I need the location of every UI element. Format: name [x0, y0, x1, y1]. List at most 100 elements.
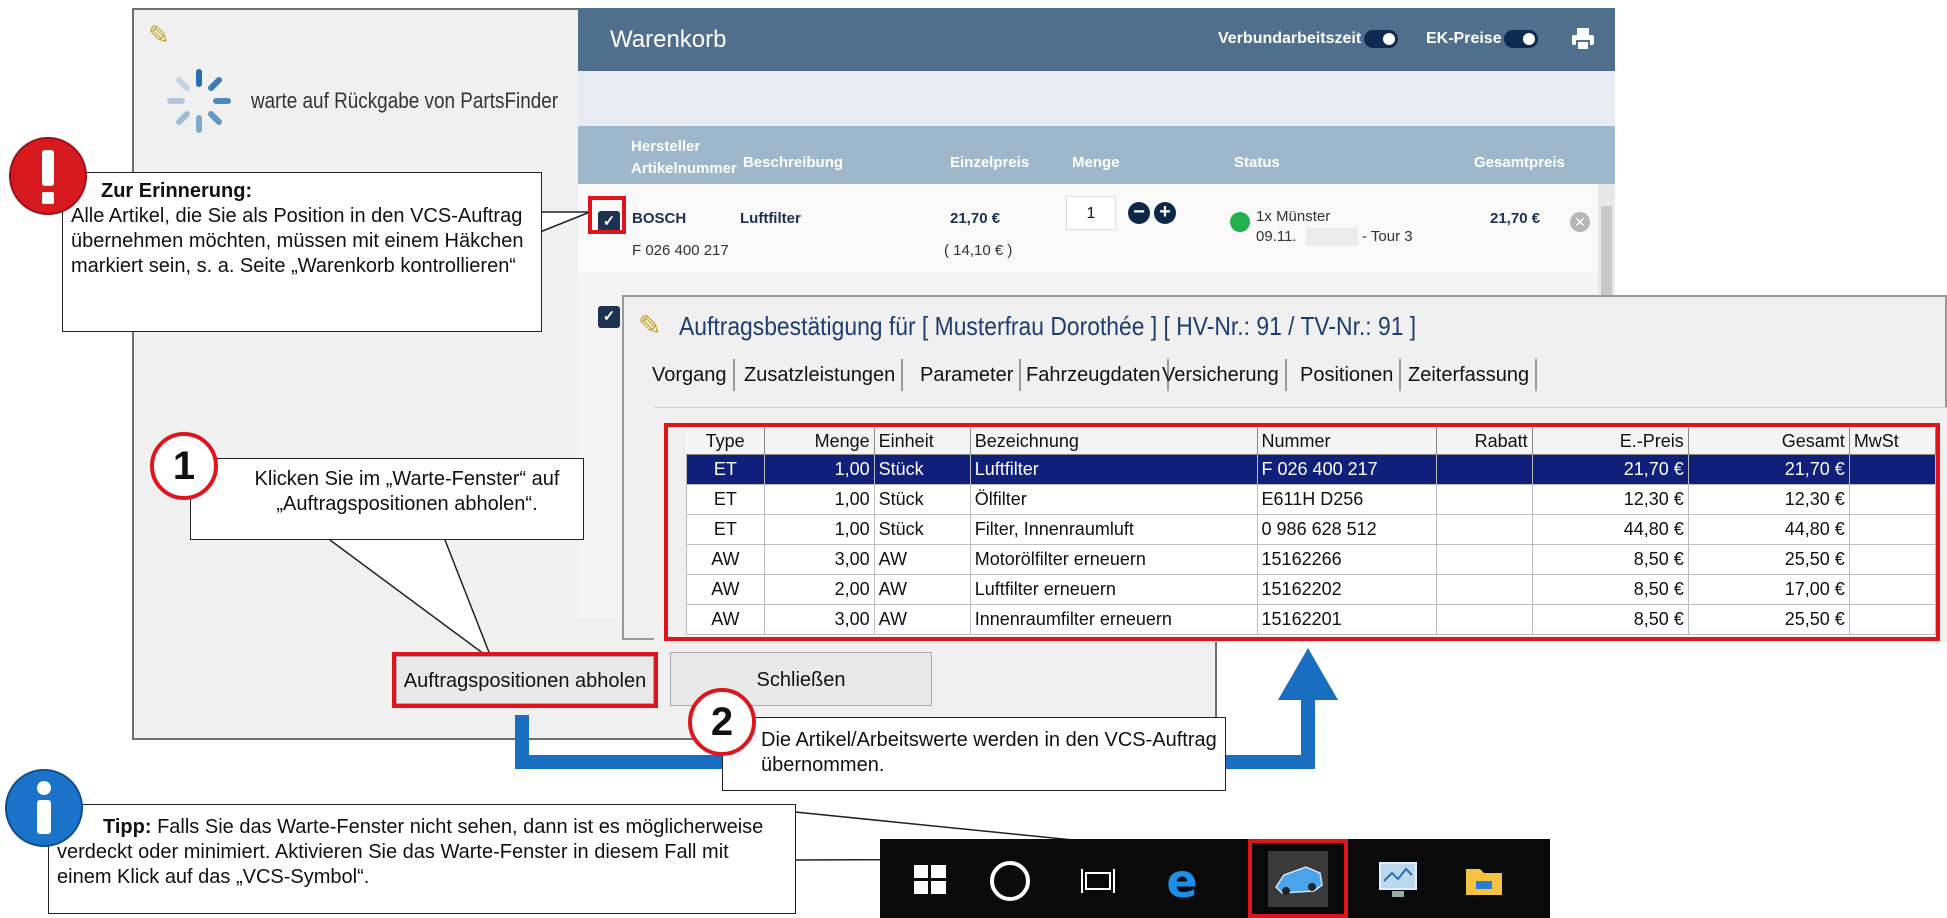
table-row[interactable]: AW 3,00 AW Innenraumfilter erneuern 1516…	[686, 604, 1936, 635]
col-status: Status	[1234, 154, 1280, 171]
th-bezeichnung[interactable]: Bezeichnung	[970, 428, 1258, 455]
cell-type: AW	[686, 544, 765, 575]
cart-column-header: Hersteller Artikelnummer Beschreibung Ei…	[578, 126, 1615, 184]
th-mwst[interactable]: MwSt	[1849, 428, 1936, 455]
th-type[interactable]: Type	[686, 428, 765, 455]
cell-menge: 3,00	[763, 544, 875, 575]
cell-gesamt: 17,00 €	[1687, 574, 1850, 605]
monitor-app-icon[interactable]	[1368, 851, 1428, 907]
step1-callout: Klicken Sie im „Warte-Fenster“ auf „Auft…	[190, 458, 584, 540]
cell-nummer: 15162266	[1256, 544, 1437, 575]
verbundarbeitszeit-label: Verbundarbeitszeit	[1218, 30, 1362, 47]
tab-positionen[interactable]: Positionen	[1294, 359, 1402, 391]
cell-mwst	[1848, 574, 1936, 605]
cart-scrollbar-thumb[interactable]	[1601, 206, 1612, 296]
table-row[interactable]: ET 1,00 Stück Ölfilter E611H D256 12,30 …	[686, 484, 1936, 515]
cell-epreis: 8,50 €	[1531, 604, 1689, 635]
cortana-circle-icon[interactable]	[980, 851, 1040, 907]
col-einzelpreis: Einzelpreis	[950, 154, 1030, 171]
cell-rabatt	[1435, 484, 1533, 515]
cell-gesamt: 12,30 €	[1687, 484, 1850, 515]
step2-callout: Die Artikel/Arbeitswerte werden in den V…	[722, 717, 1226, 791]
tip-text: Falls Sie das Warte-Fenster nicht sehen,…	[57, 816, 764, 888]
th-einheit[interactable]: Einheit	[874, 428, 971, 455]
th-gesamt[interactable]: Gesamt	[1688, 428, 1850, 455]
reminder-callout: Zur Erinnerung: Alle Artikel, die Sie al…	[62, 172, 542, 332]
col-hersteller: Hersteller	[631, 138, 701, 155]
status-tour: - Tour 3	[1362, 228, 1413, 245]
task-view-icon[interactable]	[1068, 851, 1128, 907]
fetch-positions-button[interactable]: Auftragspositionen abholen	[396, 656, 654, 704]
edge-browser-icon[interactable]: e	[1152, 851, 1212, 907]
cell-nummer: 15162201	[1256, 604, 1437, 635]
cell-einheit: Stück	[873, 514, 971, 545]
cell-nummer: 0 986 628 512	[1256, 514, 1437, 545]
cart-row-checkbox-2[interactable]: ✓	[598, 306, 620, 328]
tab-parameter[interactable]: Parameter	[914, 359, 1022, 391]
tab-zeiterfassung[interactable]: Zeiterfassung	[1402, 359, 1538, 391]
redacted-area	[1306, 228, 1358, 246]
cell-rabatt	[1435, 604, 1533, 635]
cell-einheit: Stück	[873, 484, 971, 515]
table-row[interactable]: ET 1,00 Stück Filter, Innenraumluft 0 98…	[686, 514, 1936, 545]
checkbox-highlight	[588, 196, 626, 234]
vcs-car-icon[interactable]	[1268, 851, 1328, 907]
cell-type: ET	[686, 454, 765, 485]
cell-menge: 3,00	[763, 604, 875, 635]
cell-type: AW	[686, 574, 765, 605]
cart-ek-preis: ( 14,10 € )	[944, 242, 1013, 259]
th-menge[interactable]: Menge	[764, 428, 875, 455]
th-epreis[interactable]: E.-Preis	[1532, 428, 1689, 455]
cart-artikelnummer: F 026 400 217	[632, 242, 729, 259]
cell-menge: 1,00	[763, 514, 875, 545]
increase-quantity-icon[interactable]: +	[1154, 202, 1176, 224]
windows-start-icon[interactable]	[900, 851, 960, 907]
cell-type: AW	[686, 604, 765, 635]
pencil-icon: ✎	[638, 310, 662, 341]
th-rabatt[interactable]: Rabatt	[1436, 428, 1533, 455]
table-row[interactable]: ET 1,00 Stück Luftfilter F 026 400 217 2…	[686, 454, 1936, 485]
decrease-quantity-icon[interactable]: −	[1128, 202, 1150, 224]
print-icon[interactable]	[1570, 26, 1596, 52]
reminder-text: Alle Artikel, die Sie als Position in de…	[71, 205, 524, 277]
cell-bezeichnung: Luftfilter	[969, 454, 1258, 485]
remove-item-icon[interactable]: ✕	[1570, 212, 1590, 232]
cell-nummer: F 026 400 217	[1256, 454, 1437, 485]
cell-epreis: 12,30 €	[1531, 484, 1689, 515]
cell-rabatt	[1435, 574, 1533, 605]
cell-gesamt: 25,50 €	[1687, 544, 1850, 575]
tab-versicherung[interactable]: Versicherung	[1156, 359, 1287, 391]
file-explorer-icon[interactable]	[1454, 851, 1514, 907]
cell-rabatt	[1435, 454, 1533, 485]
cell-mwst	[1848, 484, 1936, 515]
cell-bezeichnung: Filter, Innenraumluft	[969, 514, 1258, 545]
step1-number: 1	[150, 432, 218, 500]
quantity-input[interactable]: 1	[1066, 196, 1116, 230]
tab-vorgang[interactable]: Vorgang	[646, 359, 735, 391]
cell-epreis: 21,70 €	[1531, 454, 1689, 485]
flow-arrow-head-icon	[1278, 648, 1338, 700]
order-title: Auftragsbestätigung für [ Musterfrau Dor…	[679, 311, 1417, 341]
col-artikelnummer: Artikelnummer	[631, 160, 737, 177]
verbundarbeitszeit-toggle[interactable]	[1364, 30, 1398, 48]
positions-table: Type Menge Einheit Bezeichnung Nummer Ra…	[686, 428, 1936, 635]
cell-einheit: AW	[873, 604, 971, 635]
cell-menge: 1,00	[763, 454, 875, 485]
th-nummer[interactable]: Nummer	[1257, 428, 1437, 455]
cell-mwst	[1848, 454, 1936, 485]
cell-einheit: AW	[873, 574, 971, 605]
cell-menge: 1,00	[763, 484, 875, 515]
cell-gesamt: 25,50 €	[1687, 604, 1850, 635]
cell-rabatt	[1435, 514, 1533, 545]
ek-preise-toggle[interactable]	[1504, 30, 1538, 48]
cart-header: Warenkorb Verbundarbeitszeit EK-Preise	[578, 8, 1615, 71]
cell-gesamt: 44,80 €	[1687, 514, 1850, 545]
tab-zusatzleistungen[interactable]: Zusatzleistungen	[738, 359, 904, 391]
warning-exclamation-icon	[9, 137, 87, 215]
table-row[interactable]: AW 3,00 AW Motorölfilter erneuern 151622…	[686, 544, 1936, 575]
cell-epreis: 8,50 €	[1531, 574, 1689, 605]
cart-hersteller: BOSCH	[632, 210, 687, 227]
tab-fahrzeugdaten[interactable]: Fahrzeugdaten	[1020, 359, 1169, 391]
cart-row: ✓ BOSCH F 026 400 217 Luftfilter 21,70 €…	[578, 184, 1598, 274]
table-row[interactable]: AW 2,00 AW Luftfilter erneuern 15162202 …	[686, 574, 1936, 605]
